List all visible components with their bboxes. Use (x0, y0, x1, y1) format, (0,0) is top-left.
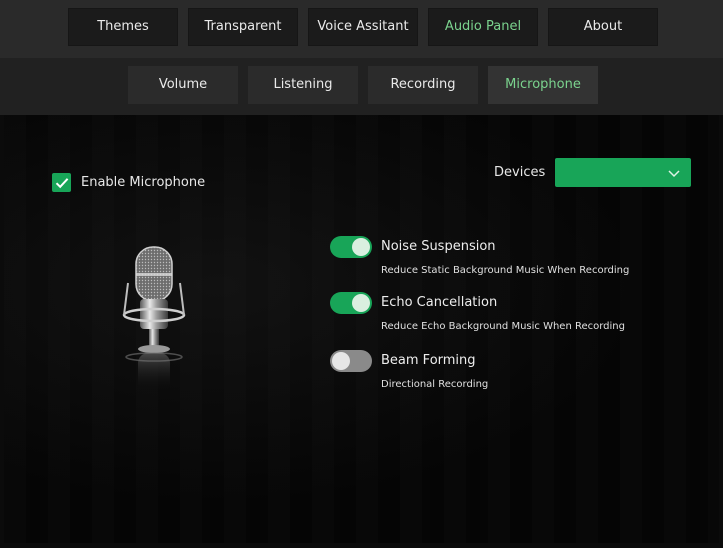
chevron-down-icon (667, 165, 681, 184)
microphone-panel: Enable Microphone Devices Noise Suspensi… (4, 115, 719, 543)
audio-sub-nav-bar: Volume Listening Recording Microphone (0, 58, 723, 115)
tab-voice-assistant[interactable]: Voice Assitant (308, 8, 418, 46)
tab-audio-panel[interactable]: Audio Panel (428, 8, 538, 46)
toggle-knob (332, 352, 350, 370)
subtab-recording[interactable]: Recording (368, 66, 478, 104)
noise-suspension-description: Reduce Static Background Music When Reco… (381, 265, 630, 276)
subtab-microphone[interactable]: Microphone (488, 66, 598, 104)
beam-forming-toggle[interactable] (330, 350, 372, 372)
checkbox-checked-icon[interactable] (52, 173, 71, 192)
subtab-listening[interactable]: Listening (248, 66, 358, 104)
noise-suspension-toggle[interactable] (330, 236, 372, 258)
echo-cancellation-description: Reduce Echo Background Music When Record… (381, 321, 625, 332)
devices-label: Devices (494, 165, 546, 180)
microphone-image (114, 243, 194, 403)
toggle-knob (352, 294, 370, 312)
devices-dropdown[interactable] (555, 158, 691, 187)
noise-suspension-title: Noise Suspension (381, 239, 496, 254)
beam-forming-description: Directional Recording (381, 379, 489, 390)
beam-forming-title: Beam Forming (381, 353, 476, 368)
main-nav-bar: Themes Transparent Voice Assitant Audio … (0, 0, 723, 58)
subtab-volume[interactable]: Volume (128, 66, 238, 104)
tab-about[interactable]: About (548, 8, 658, 46)
echo-cancellation-toggle[interactable] (330, 292, 372, 314)
tab-themes[interactable]: Themes (68, 8, 178, 46)
enable-microphone-checkbox[interactable]: Enable Microphone (52, 173, 205, 192)
enable-microphone-label: Enable Microphone (81, 175, 206, 190)
tab-transparent[interactable]: Transparent (188, 8, 298, 46)
app-window: Themes Transparent Voice Assitant Audio … (0, 0, 723, 548)
toggle-knob (352, 238, 370, 256)
echo-cancellation-title: Echo Cancellation (381, 295, 498, 310)
